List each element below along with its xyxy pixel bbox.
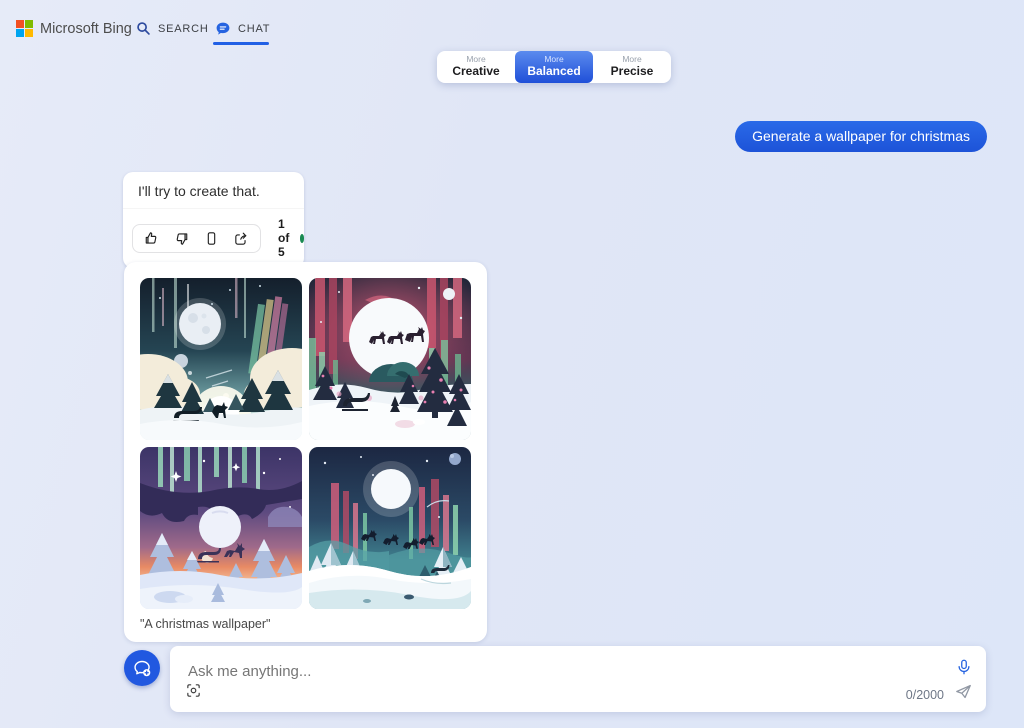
brand-label: Microsoft Bing — [40, 21, 132, 37]
style-option-precise[interactable]: More Precise — [593, 51, 671, 83]
bing-brand: Microsoft Bing — [16, 20, 132, 37]
chat-composer: 0/2000 — [170, 646, 986, 712]
send-icon — [954, 682, 973, 701]
feedback-icon-pill — [132, 224, 261, 253]
chat-bubble-icon — [215, 21, 231, 37]
thumbs-up-icon[interactable] — [143, 230, 160, 247]
microsoft-logo-icon — [16, 20, 33, 37]
generated-image-grid — [140, 278, 471, 609]
conversation-style-selector: More Creative More Balanced More Precise — [437, 51, 671, 83]
bot-message-text: I'll try to create that. — [123, 172, 304, 209]
bing-chat-page: Microsoft Bing SEARCH CHAT More Creative… — [0, 0, 1024, 728]
share-icon[interactable] — [233, 230, 250, 247]
chat-tab-active-underline — [213, 42, 269, 45]
style-option-creative-more: More — [466, 55, 485, 64]
thumbs-down-icon[interactable] — [173, 230, 190, 247]
visual-search-button[interactable] — [185, 682, 202, 704]
tab-search[interactable]: SEARCH — [136, 21, 209, 36]
feedback-row: 1 of 5 — [123, 209, 304, 268]
char-counter: 0/2000 — [906, 688, 944, 702]
microphone-icon — [955, 657, 973, 677]
visual-search-icon — [185, 682, 202, 699]
style-option-balanced-label: Balanced — [527, 64, 580, 78]
result-pagination: 1 of 5 — [278, 217, 304, 259]
style-option-balanced-more: More — [544, 55, 563, 64]
generated-image-1[interactable] — [140, 278, 302, 440]
style-option-precise-more: More — [622, 55, 641, 64]
generated-image-2[interactable] — [309, 278, 471, 440]
bot-message-card: I'll try to create that. — [123, 172, 304, 268]
tab-chat-label: CHAT — [238, 23, 270, 35]
tab-search-label: SEARCH — [158, 23, 209, 35]
style-option-creative[interactable]: More Creative — [437, 51, 515, 83]
style-option-creative-label: Creative — [452, 64, 499, 78]
generated-image-3[interactable] — [140, 447, 302, 609]
copy-icon[interactable] — [203, 230, 220, 247]
tab-chat[interactable]: CHAT — [215, 21, 270, 37]
new-topic-button[interactable] — [124, 650, 160, 686]
user-message-bubble: Generate a wallpaper for christmas — [735, 121, 987, 152]
new-topic-icon — [132, 658, 153, 679]
search-icon — [136, 21, 151, 36]
generated-image-4[interactable] — [309, 447, 471, 609]
style-option-precise-label: Precise — [611, 64, 654, 78]
microphone-button[interactable] — [955, 657, 973, 682]
image-prompt-caption: "A christmas wallpaper" — [140, 617, 471, 631]
image-result-card: "A christmas wallpaper" — [124, 262, 487, 642]
chat-input[interactable] — [186, 658, 890, 684]
status-dot — [300, 234, 305, 243]
style-option-balanced[interactable]: More Balanced — [515, 51, 593, 83]
pagination-text: 1 of 5 — [278, 217, 294, 259]
send-button[interactable] — [954, 682, 973, 706]
